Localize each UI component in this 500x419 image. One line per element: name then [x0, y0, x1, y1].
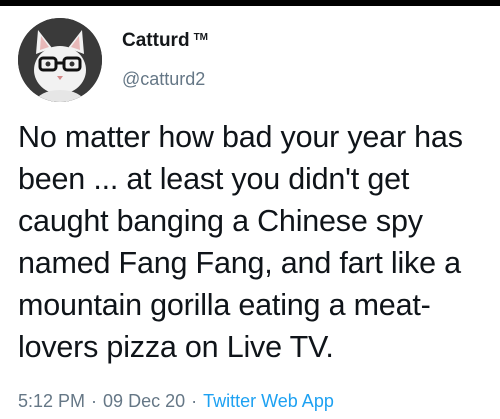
trademark-mark: TM: [193, 31, 209, 43]
display-name[interactable]: Catturd: [122, 30, 190, 51]
tweet-meta: 5:12 PM · 09 Dec 20 · Twitter Web App: [18, 391, 334, 412]
user-handle[interactable]: @catturd2: [122, 69, 205, 90]
display-name-row[interactable]: Catturd TM: [122, 30, 208, 52]
tweet-source-link[interactable]: Twitter Web App: [203, 391, 334, 411]
meta-separator-2: ·: [191, 391, 198, 411]
avatar[interactable]: [18, 18, 102, 102]
tweet-header: Catturd TM @catturd2: [18, 18, 488, 104]
tweet-time[interactable]: 5:12 PM: [18, 391, 85, 411]
tweet-card: Catturd TM @catturd2 No matter how bad yo…: [0, 0, 500, 419]
meta-separator: ·: [91, 391, 98, 411]
tweet-text: No matter how bad your year has been ...…: [18, 120, 463, 364]
cat-with-glasses-avatar-icon: [18, 18, 102, 102]
tweet-date[interactable]: 09 Dec 20: [103, 391, 185, 411]
